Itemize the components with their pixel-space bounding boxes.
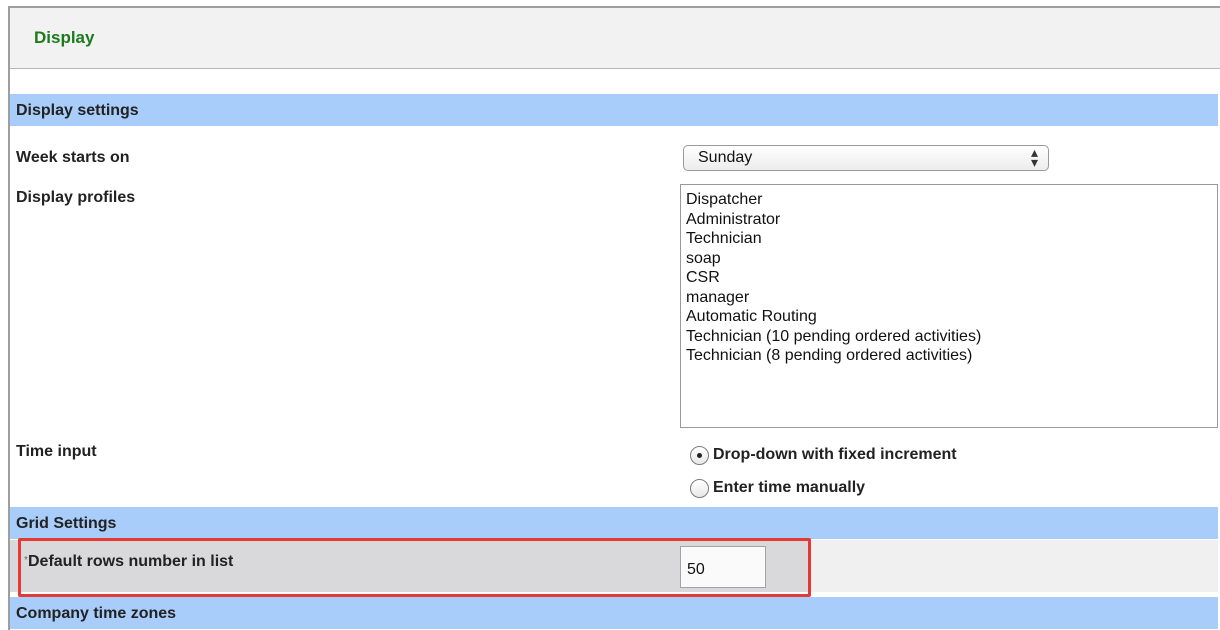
highlight-box (18, 538, 811, 597)
section-header-company-time-zones: Company time zones (10, 597, 1218, 629)
section-header-display-settings: Display settings (10, 94, 1218, 126)
list-item[interactable]: Technician (10 pending ordered activitie… (686, 327, 1217, 347)
select-arrows-icon: ▴ ▾ (1030, 144, 1038, 170)
radio-checked-icon[interactable] (690, 445, 709, 465)
list-item[interactable]: Dispatcher (686, 190, 1217, 210)
radio-unchecked-icon[interactable] (690, 478, 709, 498)
section-title: Grid Settings (16, 515, 117, 532)
time-input-label: Time input (16, 443, 97, 460)
list-item[interactable]: soap (686, 249, 1217, 269)
display-profiles-listbox[interactable]: Dispatcher Administrator Technician soap… (680, 184, 1218, 428)
page-title: Display (34, 28, 95, 47)
week-starts-on-select[interactable]: Sunday ▴ ▾ (683, 145, 1049, 171)
list-item[interactable]: Administrator (686, 210, 1217, 230)
list-item[interactable]: Technician (8 pending ordered activities… (686, 346, 1217, 366)
week-starts-on-label: Week starts on (16, 149, 130, 166)
select-value: Sunday (698, 149, 753, 166)
time-input-option-manual[interactable]: Enter time manually (690, 476, 865, 500)
page-header: Display (10, 8, 1220, 69)
radio-label: Enter time manually (713, 479, 866, 496)
section-title: Display settings (16, 102, 139, 119)
section-header-grid-settings: Grid Settings (10, 507, 1218, 539)
display-profiles-label: Display profiles (16, 189, 136, 206)
section-title: Company time zones (16, 605, 177, 622)
list-item[interactable]: manager (686, 288, 1217, 308)
time-input-option-dropdown[interactable]: Drop-down with fixed increment (690, 443, 957, 467)
list-item[interactable]: CSR (686, 268, 1217, 288)
list-item[interactable]: Automatic Routing (686, 307, 1217, 327)
radio-label: Drop-down with fixed increment (713, 446, 957, 463)
list-item[interactable]: Technician (686, 229, 1217, 249)
